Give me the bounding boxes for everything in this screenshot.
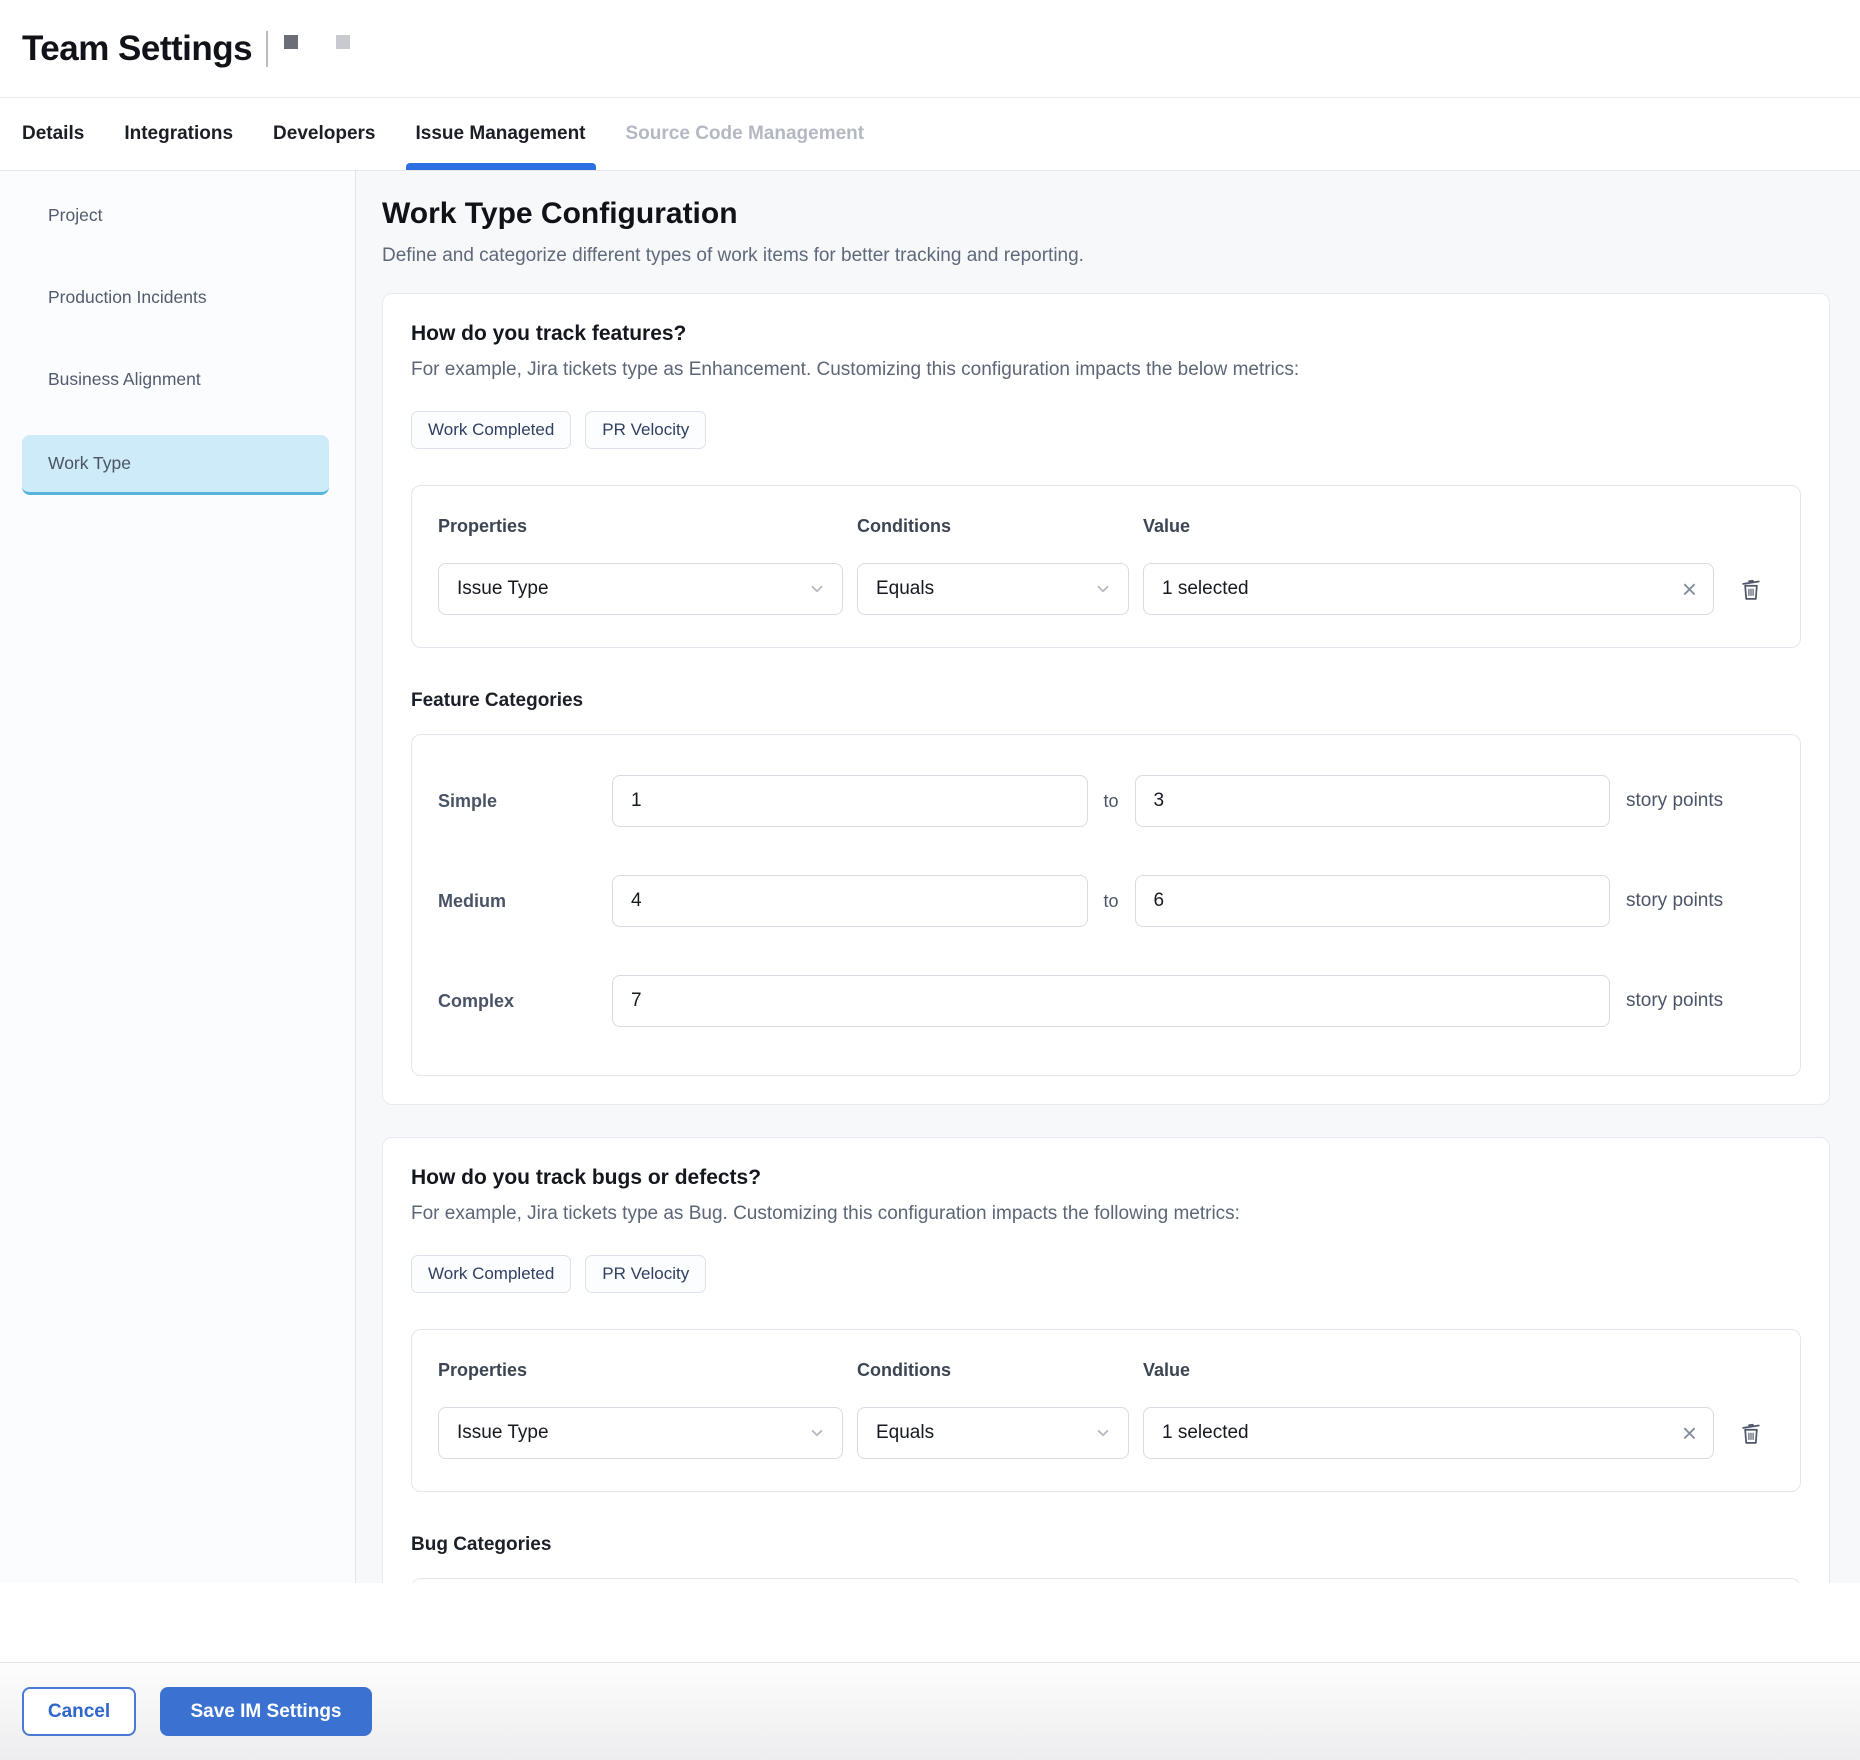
properties-column-label: Properties [438, 1360, 843, 1381]
features-card: How do you track features? For example, … [382, 293, 1830, 1105]
bugs-question: How do you track bugs or defects? [411, 1166, 1801, 1190]
settings-sidebar: Project Production Incidents Business Al… [0, 171, 356, 1583]
bugs-delete-rule-button[interactable] [1728, 1410, 1774, 1456]
metric-tag-pr-velocity: PR Velocity [585, 1255, 706, 1293]
features-property-select[interactable]: Issue Type [438, 563, 843, 615]
features-condition-select[interactable]: Equals [857, 563, 1129, 615]
close-icon[interactable]: × [1682, 576, 1697, 602]
category-row-medium: Medium to story points [438, 875, 1774, 927]
feature-categories-title: Feature Categories [411, 690, 1801, 712]
features-delete-rule-button[interactable] [1728, 566, 1774, 612]
medium-from-input[interactable] [612, 875, 1088, 927]
features-description: For example, Jira tickets type as Enhanc… [411, 359, 1801, 381]
sidebar-item-business-alignment[interactable]: Business Alignment [22, 349, 329, 409]
complex-from-input[interactable] [612, 975, 1610, 1027]
category-row-complex: Complex story points [438, 975, 1774, 1027]
simple-to-input[interactable] [1135, 775, 1611, 827]
tab-integrations[interactable]: Integrations [124, 98, 233, 170]
trash-icon [1737, 1419, 1765, 1447]
header-badge-icon [284, 35, 298, 49]
metric-tag-work-completed: Work Completed [411, 411, 571, 449]
simple-from-input[interactable] [612, 775, 1088, 827]
bugs-card: How do you track bugs or defects? For ex… [382, 1137, 1830, 1583]
medium-to-input[interactable] [1135, 875, 1611, 927]
bugs-condition-select[interactable]: Equals [857, 1407, 1129, 1459]
value-column-label: Value [1143, 516, 1714, 537]
chevron-down-icon [808, 580, 826, 598]
page-heading: Team Settings [22, 29, 252, 69]
story-points-label: story points [1626, 790, 1774, 812]
bugs-value-select[interactable]: 1 selected × [1143, 1407, 1714, 1459]
tab-details[interactable]: Details [22, 98, 84, 170]
to-label: to [1104, 891, 1119, 912]
category-label: Complex [438, 991, 596, 1012]
story-points-label: story points [1626, 890, 1774, 912]
metric-tag-work-completed: Work Completed [411, 1255, 571, 1293]
features-metric-tags: Work Completed PR Velocity [411, 411, 1801, 449]
page-subtitle: Define and categorize different types of… [382, 245, 1830, 267]
value-column-label: Value [1143, 1360, 1714, 1381]
tab-source-code-management[interactable]: Source Code Management [626, 98, 865, 170]
chevron-down-icon [1094, 580, 1112, 598]
features-rule-row: Properties Conditions Value Issue Type E… [411, 485, 1801, 648]
bugs-property-select[interactable]: Issue Type [438, 1407, 843, 1459]
bug-categories-box [411, 1578, 1801, 1583]
features-value-select[interactable]: 1 selected × [1143, 563, 1714, 615]
conditions-column-label: Conditions [857, 1360, 1129, 1381]
cancel-button[interactable]: Cancel [22, 1687, 136, 1736]
bugs-metric-tags: Work Completed PR Velocity [411, 1255, 1801, 1293]
bugs-description: For example, Jira tickets type as Bug. C… [411, 1203, 1801, 1225]
save-im-settings-button[interactable]: Save IM Settings [160, 1687, 372, 1736]
category-row-simple: Simple to story points [438, 775, 1774, 827]
chevron-down-icon [808, 1424, 826, 1442]
trash-icon [1737, 575, 1765, 603]
title-divider [266, 31, 268, 67]
tab-issue-management[interactable]: Issue Management [416, 98, 586, 170]
to-label: to [1104, 791, 1119, 812]
bottom-spacer [0, 1583, 1860, 1662]
category-label: Medium [438, 891, 596, 912]
metric-tag-pr-velocity: PR Velocity [585, 411, 706, 449]
content-area: Work Type Configuration Define and categ… [356, 171, 1860, 1583]
bug-categories-title: Bug Categories [411, 1534, 1801, 1556]
chevron-down-icon [1094, 1424, 1112, 1442]
header-badge-icon-2 [336, 35, 350, 49]
close-icon[interactable]: × [1682, 1420, 1697, 1446]
bugs-rule-row: Properties Conditions Value Issue Type E… [411, 1329, 1801, 1492]
properties-column-label: Properties [438, 516, 843, 537]
sidebar-item-work-type[interactable]: Work Type [22, 435, 329, 495]
sidebar-item-project[interactable]: Project [22, 185, 329, 245]
tab-developers[interactable]: Developers [273, 98, 375, 170]
feature-categories-box: Simple to story points Medium to [411, 734, 1801, 1076]
footer-bar: Cancel Save IM Settings [0, 1662, 1860, 1760]
app-header: Team Settings [0, 0, 1860, 98]
category-label: Simple [438, 791, 596, 812]
main-region: Project Production Incidents Business Al… [0, 171, 1860, 1583]
settings-tabbar: Details Integrations Developers Issue Ma… [0, 98, 1860, 171]
story-points-label: story points [1626, 990, 1774, 1012]
sidebar-item-production-incidents[interactable]: Production Incidents [22, 267, 329, 327]
features-question: How do you track features? [411, 322, 1801, 346]
page-title: Work Type Configuration [382, 197, 1830, 231]
conditions-column-label: Conditions [857, 516, 1129, 537]
